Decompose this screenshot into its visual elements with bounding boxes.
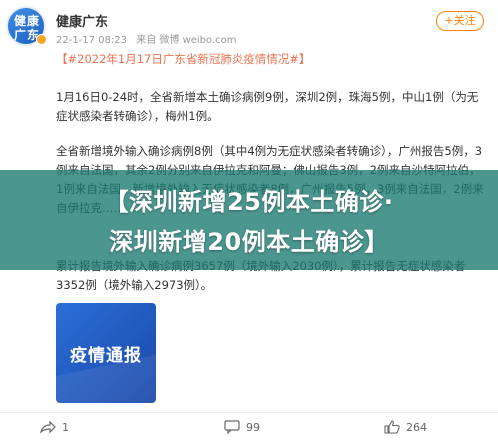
post-image-text: 疫情通报 <box>70 346 142 366</box>
follow-button[interactable]: +关注 <box>436 11 484 31</box>
post-time: 22-1-17 08:23 <box>56 35 128 46</box>
like-button[interactable]: 264 <box>384 418 427 436</box>
comment-icon <box>224 420 240 434</box>
hashtag-title[interactable]: 【#2022年1月17日广东省新冠肺炎疫情情况#】 <box>56 50 486 69</box>
share-button[interactable]: 1 <box>40 418 69 436</box>
post-meta: 22-1-17 08:23 来自 微博 weibo.com <box>56 31 243 46</box>
share-count: 1 <box>62 420 69 434</box>
post-source: 来自 微博 weibo.com <box>136 35 237 46</box>
hashtag-link[interactable]: 【#2022年1月17日广东省新冠肺炎疫情情况#】 <box>56 52 311 66</box>
like-count: 264 <box>406 420 427 434</box>
overlay-headline-line-2: 深圳新增20例本土确诊】 <box>109 228 389 256</box>
comment-button[interactable]: 99 <box>224 418 260 436</box>
post-image[interactable]: 疫情通报 <box>56 303 156 403</box>
username[interactable]: 健康广东 <box>56 11 108 30</box>
comment-count: 99 <box>246 420 260 434</box>
footer-divider <box>0 412 498 413</box>
post-paragraph-1: 1月16日0-24时，全省新增本土确诊病例9例，深圳2例，珠海5例，中山1例（为… <box>56 90 479 123</box>
share-icon <box>40 420 56 434</box>
weibo-post: 健康 广东 健康广东 22-1-17 08:23 来自 微博 weibo.com… <box>0 0 498 442</box>
thumbs-up-icon <box>384 420 400 434</box>
overlay-headline-line-1: 【深圳新增25例本土确诊· <box>104 188 394 216</box>
verified-badge-icon <box>36 34 47 45</box>
